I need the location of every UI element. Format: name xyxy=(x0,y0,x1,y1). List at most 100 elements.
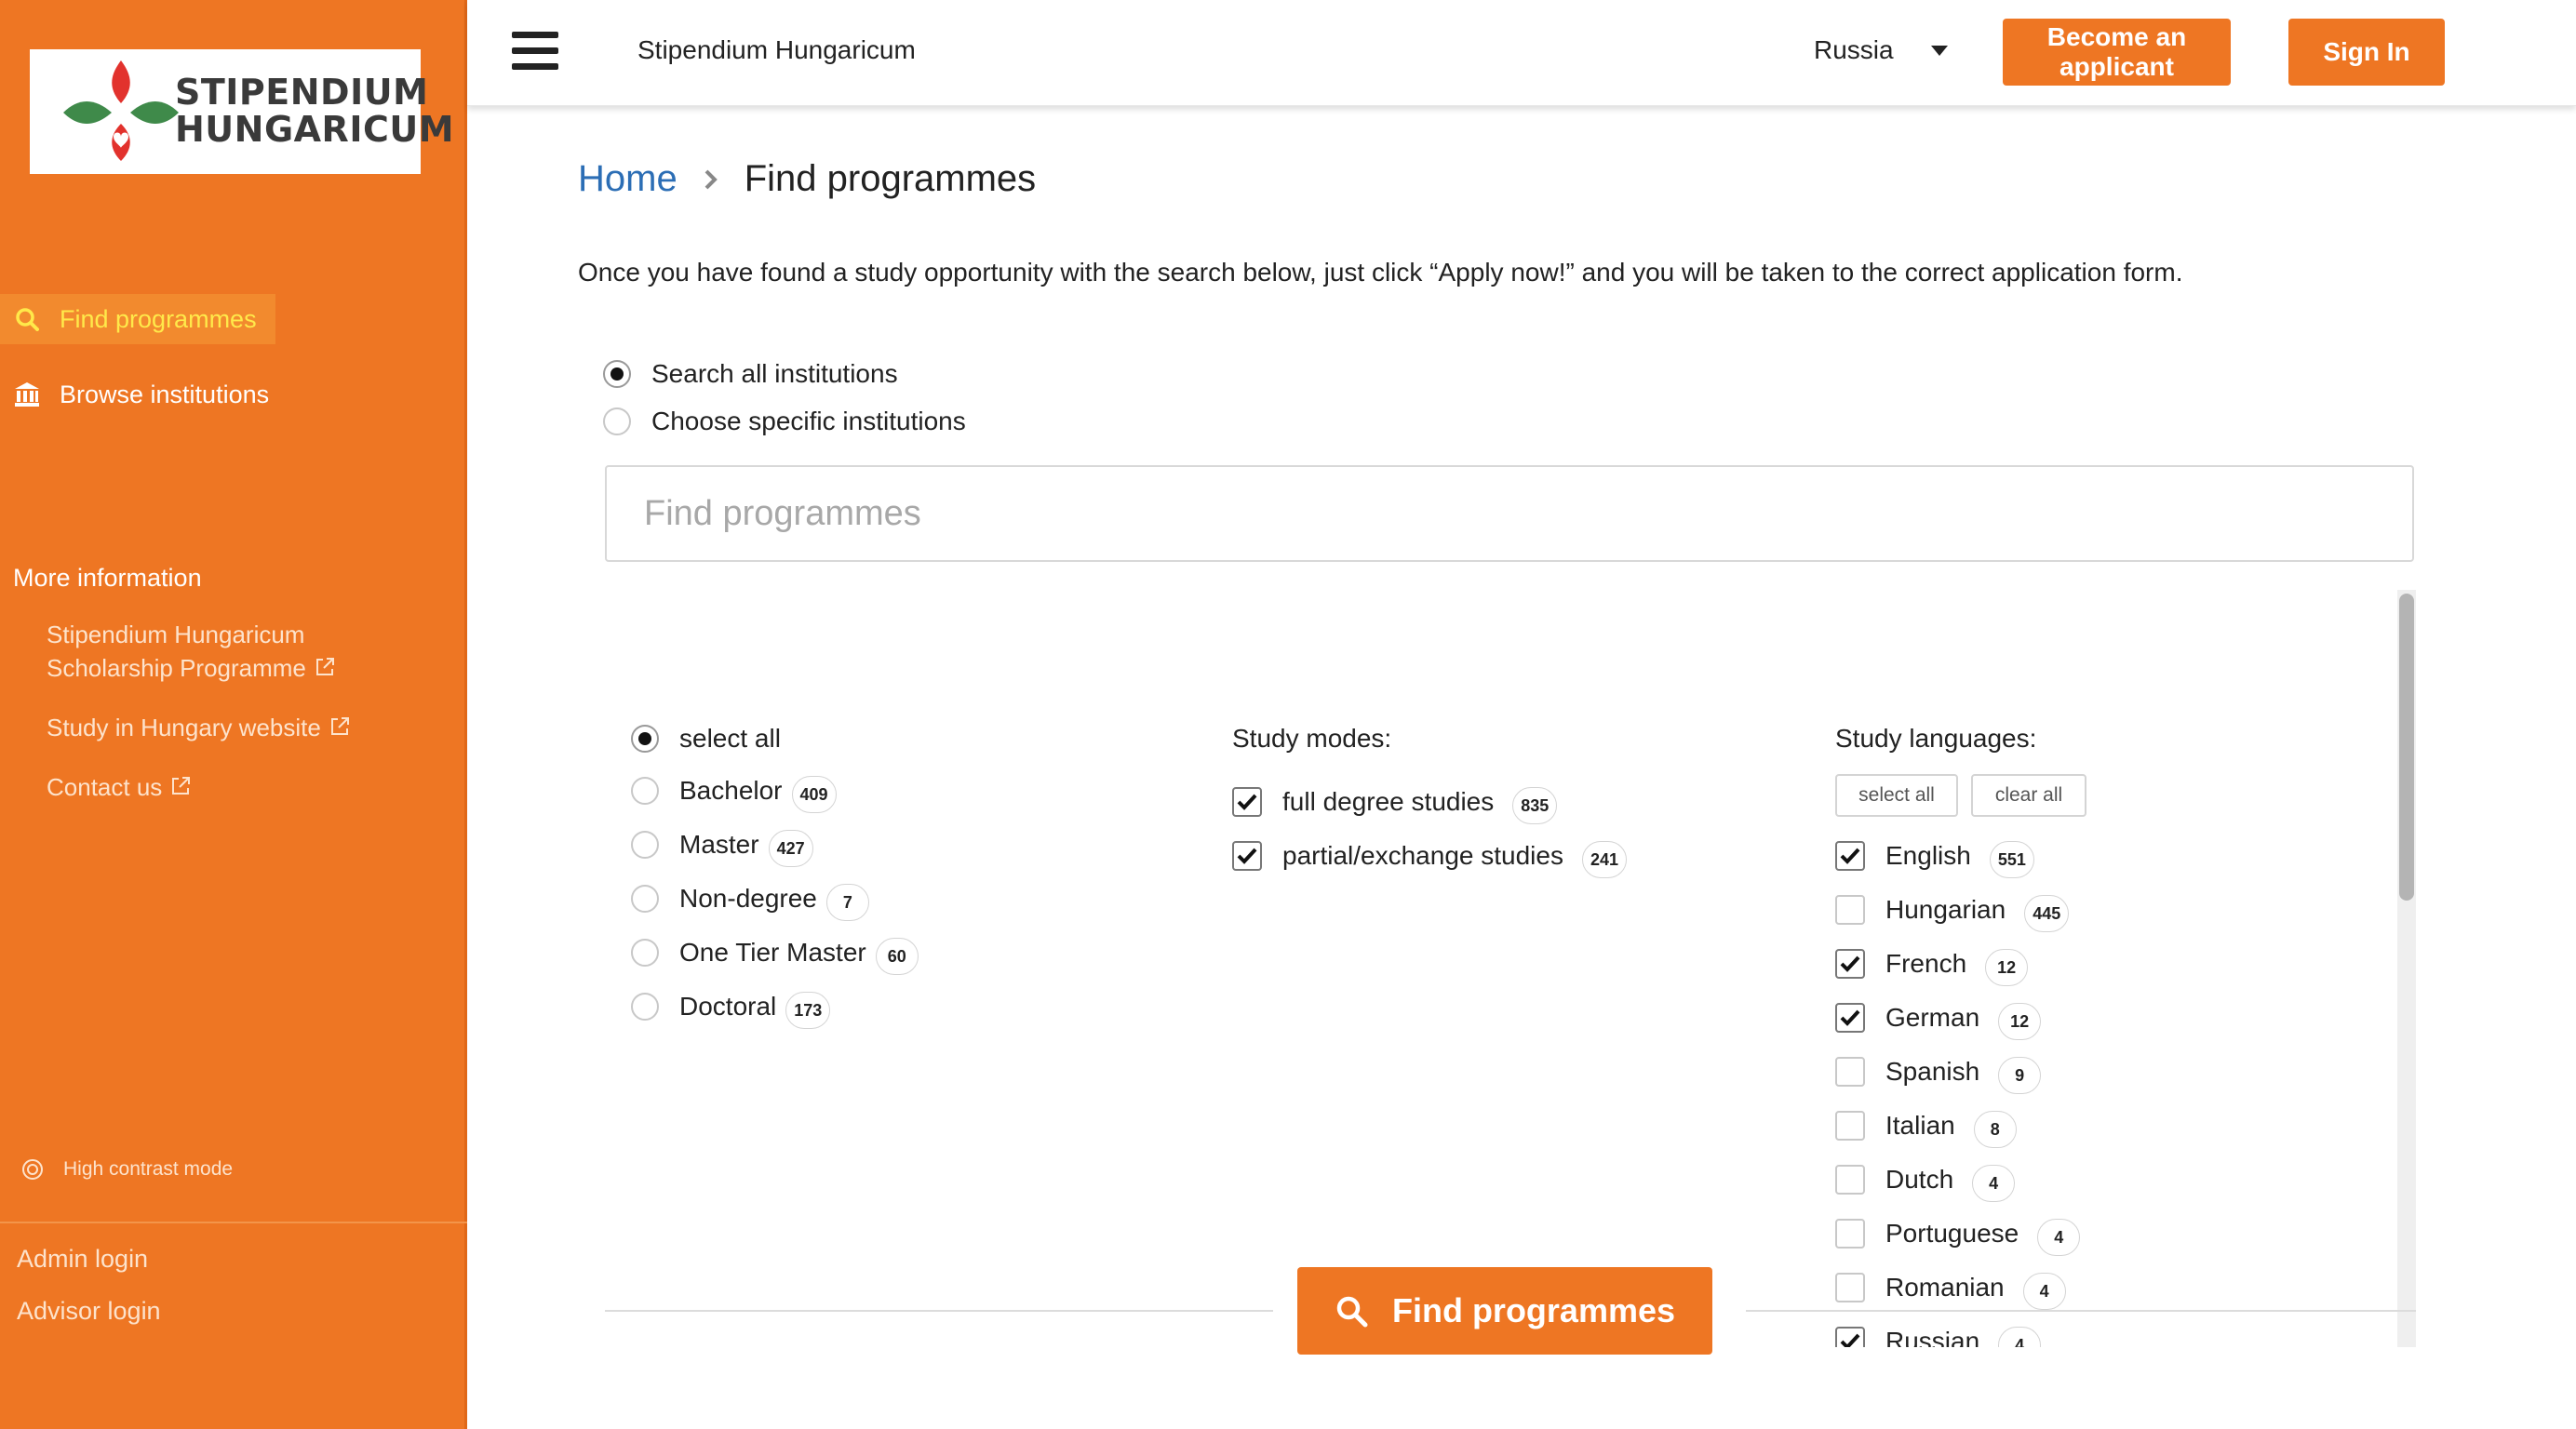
search-input[interactable] xyxy=(605,465,2414,562)
level-non-degree[interactable]: Non-degree 7 xyxy=(631,876,869,921)
checkbox[interactable] xyxy=(1835,1003,1865,1033)
logo[interactable]: STIPENDIUM HUNGARICUM xyxy=(30,49,454,174)
filter-panel: select all Bachelor 409 Master 427 Non-d… xyxy=(605,590,2416,1347)
institution-icon xyxy=(13,381,41,408)
checkbox[interactable] xyxy=(1835,1327,1865,1347)
option-label: German xyxy=(1885,1003,1980,1032)
language-option[interactable]: Russian 4 xyxy=(1835,1319,2042,1347)
country-select[interactable]: Russia xyxy=(1814,35,1948,65)
main-content: Home Find programmes Once you have found… xyxy=(467,106,2576,1429)
checkbox[interactable] xyxy=(1835,895,1865,925)
level-select-all[interactable]: select all xyxy=(631,724,781,754)
high-contrast-toggle[interactable]: High contrast mode xyxy=(20,1157,233,1182)
option-label: Romanian xyxy=(1885,1273,2005,1302)
link-text: Scholarship Programme xyxy=(47,654,306,682)
scope-all-institutions[interactable]: Search all institutions xyxy=(603,359,898,389)
option-label: Hungarian xyxy=(1885,895,2006,924)
count-badge: 12 xyxy=(1998,1003,2042,1040)
count-badge: 9 xyxy=(1998,1057,2042,1094)
radio-button[interactable] xyxy=(603,407,631,435)
option-label: Choose specific institutions xyxy=(651,407,966,435)
divider-left xyxy=(605,1310,1273,1312)
scholarship-programme-link[interactable]: Stipendium Hungaricum Scholarship Progra… xyxy=(47,618,336,685)
option-label: French xyxy=(1885,949,1967,978)
language-option[interactable]: Italian 8 xyxy=(1835,1103,2017,1148)
radio-button[interactable] xyxy=(631,777,659,805)
count-badge: 427 xyxy=(768,830,813,867)
hamburger-menu-icon[interactable] xyxy=(512,32,558,71)
external-link-icon xyxy=(172,777,191,795)
option-label: One Tier Master xyxy=(679,938,866,967)
mode-partial-exchange[interactable]: partial/exchange studies 241 xyxy=(1232,834,1628,878)
logo-wordmark: STIPENDIUM HUNGARICUM xyxy=(175,72,455,150)
checkbox[interactable] xyxy=(1835,841,1865,871)
count-badge: 241 xyxy=(1581,841,1628,878)
count-badge: 4 xyxy=(2037,1219,2081,1256)
level-one-tier-master[interactable]: One Tier Master 60 xyxy=(631,930,919,975)
checkbox[interactable] xyxy=(1835,1111,1865,1141)
language-option[interactable]: French 12 xyxy=(1835,942,2029,986)
breadcrumb-home-link[interactable]: Home xyxy=(578,158,678,200)
option-label: Bachelor xyxy=(679,776,783,805)
sign-in-button[interactable]: Sign In xyxy=(2288,19,2445,86)
chevron-right-icon xyxy=(704,169,718,189)
checkbox[interactable] xyxy=(1835,1057,1865,1087)
study-in-hungary-link[interactable]: Study in Hungary website xyxy=(47,711,351,744)
language-option[interactable]: German 12 xyxy=(1835,995,2042,1040)
intro-text: Once you have found a study opportunity … xyxy=(578,258,2183,287)
option-label: Italian xyxy=(1885,1111,1955,1140)
breadcrumb: Home Find programmes xyxy=(578,158,1036,200)
language-option[interactable]: English 551 xyxy=(1835,834,2034,878)
language-option[interactable]: Dutch 4 xyxy=(1835,1157,2016,1202)
languages-select-all-button[interactable]: select all xyxy=(1835,774,1958,817)
checkbox[interactable] xyxy=(1835,1165,1865,1195)
language-option[interactable]: Romanian 4 xyxy=(1835,1265,2066,1310)
level-doctoral[interactable]: Doctoral 173 xyxy=(631,984,831,1029)
radio-button[interactable] xyxy=(631,993,659,1021)
sidebar-item-find-programmes[interactable]: Find programmes xyxy=(0,294,275,344)
language-option[interactable]: Hungarian 445 xyxy=(1835,888,2070,932)
high-contrast-label: High contrast mode xyxy=(63,1158,234,1180)
contrast-icon xyxy=(22,1159,43,1180)
level-bachelor[interactable]: Bachelor 409 xyxy=(631,768,837,813)
checkmark-icon xyxy=(1237,794,1257,810)
radio-button[interactable] xyxy=(631,939,659,967)
find-programmes-button[interactable]: Find programmes xyxy=(1297,1267,1712,1355)
count-badge: 4 xyxy=(1972,1165,2016,1202)
count-badge: 7 xyxy=(825,884,869,921)
checkbox[interactable] xyxy=(1232,841,1262,871)
checkbox[interactable] xyxy=(1232,787,1262,817)
top-header: Stipendium Hungaricum Russia Become an a… xyxy=(467,0,2576,106)
count-badge: 551 xyxy=(1989,841,2034,878)
language-option[interactable]: Portuguese 4 xyxy=(1835,1211,2081,1256)
link-text: Stipendium Hungaricum xyxy=(47,621,305,648)
site-title[interactable]: Stipendium Hungaricum xyxy=(637,35,916,65)
radio-button[interactable] xyxy=(631,831,659,859)
mode-full-degree[interactable]: full degree studies 835 xyxy=(1232,780,1558,824)
scrollbar-thumb[interactable] xyxy=(2399,594,2414,901)
level-master[interactable]: Master 427 xyxy=(631,822,813,867)
admin-login-link[interactable]: Admin login xyxy=(17,1245,148,1274)
sidebar-item-browse-institutions[interactable]: Browse institutions xyxy=(0,369,269,420)
sidebar-item-label: Browse institutions xyxy=(60,380,270,408)
radio-button[interactable] xyxy=(631,725,659,753)
logo-mark-icon xyxy=(63,60,179,161)
language-option[interactable]: Spanish 9 xyxy=(1835,1049,2042,1094)
divider-right xyxy=(1746,1310,2416,1312)
scrollbar[interactable] xyxy=(2397,590,2416,1347)
languages-clear-all-button[interactable]: clear all xyxy=(1971,774,2086,817)
radio-button[interactable] xyxy=(631,885,659,913)
contact-us-link[interactable]: Contact us xyxy=(47,770,192,804)
checkbox[interactable] xyxy=(1835,1219,1865,1249)
page-title: Find programmes xyxy=(744,158,1037,199)
caret-down-icon xyxy=(1930,45,1948,56)
advisor-login-link[interactable]: Advisor login xyxy=(17,1297,161,1326)
option-label: English xyxy=(1885,841,1971,870)
checkbox[interactable] xyxy=(1835,949,1865,979)
become-applicant-button[interactable]: Become an applicant xyxy=(2003,19,2231,86)
count-badge: 835 xyxy=(1512,787,1558,824)
radio-button[interactable] xyxy=(603,360,631,388)
option-label: Dutch xyxy=(1885,1165,1954,1194)
checkbox[interactable] xyxy=(1835,1273,1865,1302)
scope-specific-institutions[interactable]: Choose specific institutions xyxy=(603,407,966,436)
